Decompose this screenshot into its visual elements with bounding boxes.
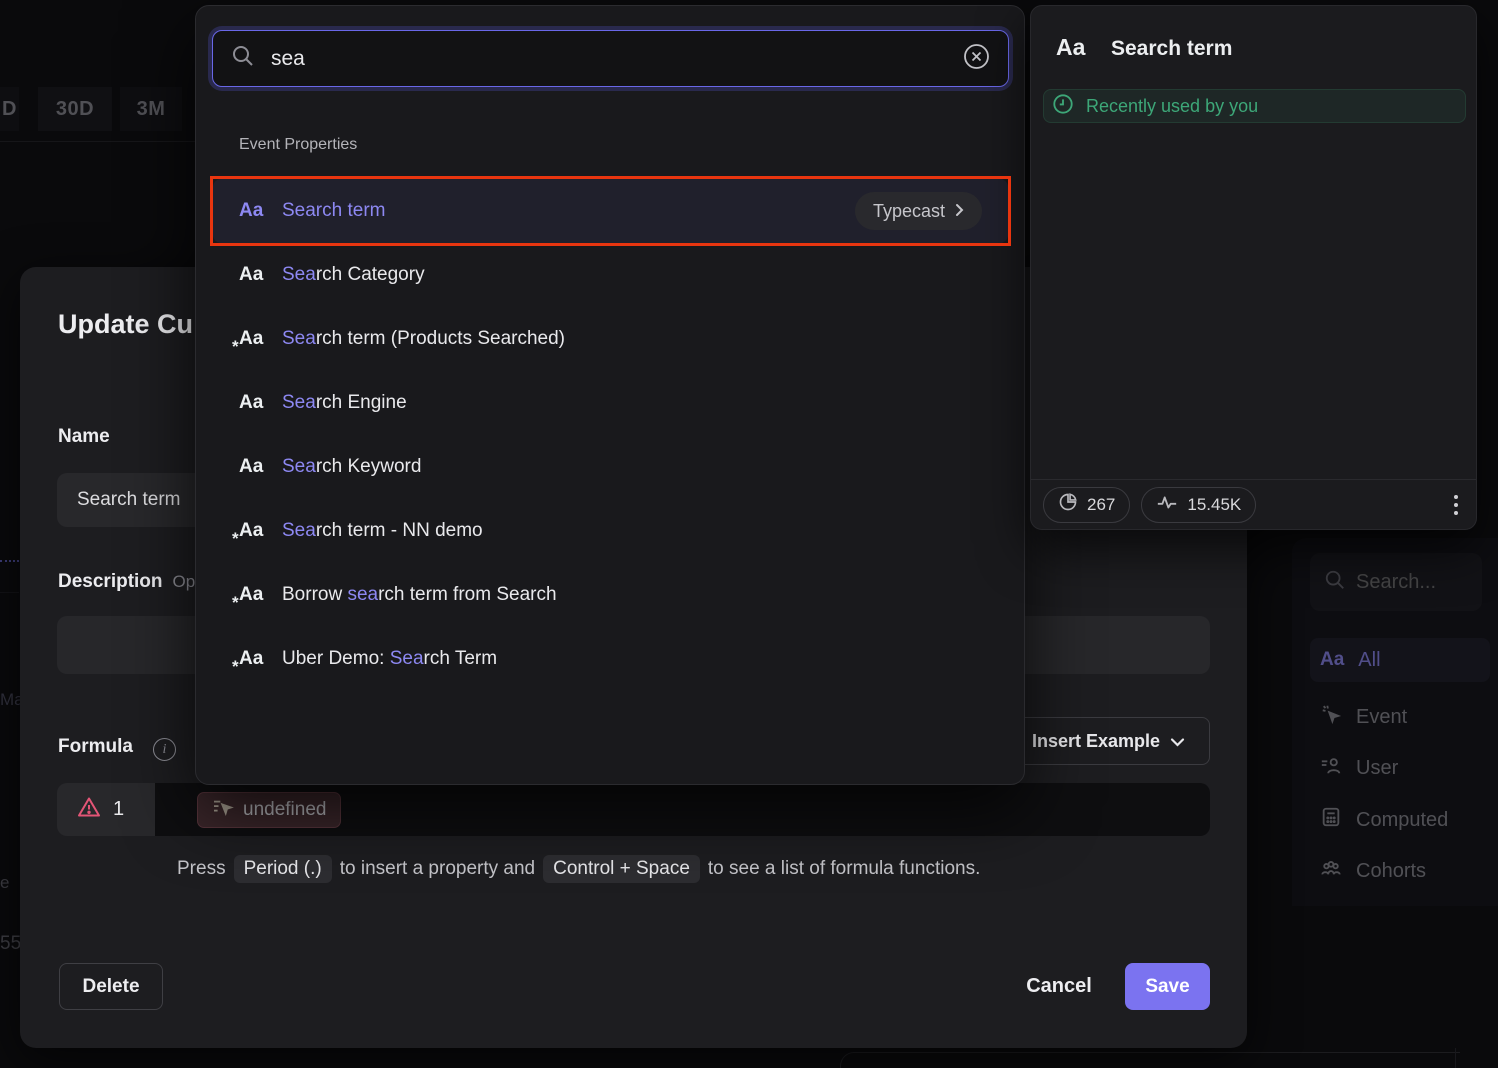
custom-text-type-icon: Aa* (239, 328, 265, 350)
delete-button[interactable]: Delete (59, 963, 163, 1010)
custom-property-star: * (232, 657, 239, 677)
formula-hint: Press Period (.) to insert a property an… (177, 855, 1177, 883)
custom-text-type-icon: Aa* (239, 520, 265, 542)
recently-used-badge: Recently used by you (1043, 89, 1466, 123)
result-row-borrow-search-term[interactable]: Aa* Borrow search term from Search (213, 563, 1008, 627)
save-button[interactable]: Save (1125, 963, 1210, 1010)
warning-icon (77, 796, 101, 823)
event-icon (1320, 703, 1342, 731)
result-row-search-engine[interactable]: Aa Search Engine (213, 371, 1008, 435)
background-divider (0, 141, 195, 142)
axis-label-partial-55: 55 (0, 933, 21, 955)
property-detail-panel: Aa Search term Recently used by you 267 … (1030, 5, 1477, 530)
search-icon (231, 44, 255, 73)
property-search-dropdown: Event Properties Aa Search term Typecast… (195, 5, 1025, 785)
chart-line-fragment (0, 560, 19, 562)
custom-property-icon (212, 798, 234, 822)
clock-icon (1052, 93, 1074, 120)
more-options-icon[interactable] (1448, 489, 1464, 521)
text-type-icon: Aa (239, 264, 265, 286)
clear-search-icon[interactable] (963, 43, 990, 75)
property-search-box[interactable] (212, 30, 1009, 87)
property-search-input[interactable] (271, 47, 947, 71)
insert-example-button[interactable]: Insert Example (1007, 717, 1210, 765)
background-panel-line (1455, 1048, 1456, 1068)
sidebar-item-event[interactable]: Event (1310, 695, 1490, 739)
timeframe-button-3m[interactable]: 3M (120, 87, 182, 131)
timeframe-button-30d[interactable]: 30D (38, 87, 112, 131)
custom-property-star: * (232, 529, 239, 549)
formula-label: Formula (58, 736, 133, 758)
chevron-down-icon (1170, 731, 1185, 752)
sidebar-item-cohorts[interactable]: Cohorts (1310, 849, 1490, 893)
background-panel-edge (840, 1052, 1460, 1068)
activity-icon (1156, 493, 1178, 516)
search-icon (1324, 569, 1346, 596)
typecast-button[interactable]: Typecast (855, 192, 982, 230)
error-count-value: 1 (113, 798, 124, 821)
calculator-icon (1320, 806, 1342, 834)
sidebar-search-input[interactable] (1356, 571, 1456, 594)
result-row-search-keyword[interactable]: Aa Search Keyword (213, 435, 1008, 499)
custom-text-type-icon: Aa* (239, 648, 265, 670)
chart-gridline-fragment (0, 592, 19, 593)
name-label: Name (58, 426, 110, 448)
text-type-icon: Aa (239, 200, 265, 222)
property-type-sidebar: Aa All Event User Computed (1292, 538, 1498, 906)
sidebar-item-user[interactable]: User (1310, 746, 1490, 790)
chevron-right-icon (955, 201, 964, 222)
period-key-badge: Period (.) (234, 855, 332, 883)
property-title: Search term (1111, 37, 1232, 61)
undefined-property-token[interactable]: undefined (197, 792, 341, 828)
sidebar-item-all[interactable]: Aa All (1310, 638, 1490, 682)
property-stats-footer: 267 15.45K (1031, 479, 1476, 529)
sidebar-item-computed[interactable]: Computed (1310, 798, 1490, 842)
info-icon[interactable]: i (153, 738, 176, 761)
modal-title: Update Cu (58, 309, 193, 340)
timeframe-button-partial[interactable]: D (0, 87, 19, 131)
result-row-uber-demo-search-term[interactable]: Aa* Uber Demo: Search Term (213, 627, 1008, 691)
text-type-icon: Aa (1056, 34, 1085, 61)
cancel-button[interactable]: Cancel (1011, 963, 1107, 1010)
text-type-icon: Aa (239, 456, 265, 478)
result-row-search-term-nn-demo[interactable]: Aa* Search term - NN demo (213, 499, 1008, 563)
custom-property-star: * (232, 337, 239, 357)
control-space-key-badge: Control + Space (543, 855, 700, 883)
cardinality-stat-pill[interactable]: 267 (1043, 487, 1130, 523)
formula-input[interactable]: undefined (155, 783, 1210, 836)
formula-error-count: 1 (57, 783, 155, 836)
result-row-search-category[interactable]: Aa Search Category (213, 243, 1008, 307)
result-row-search-term-products[interactable]: Aa* Search term (Products Searched) (213, 307, 1008, 371)
result-label: Search term (282, 200, 385, 222)
custom-text-type-icon: Aa* (239, 584, 265, 606)
cohorts-icon (1320, 857, 1342, 885)
volume-stat-pill[interactable]: 15.45K (1141, 487, 1256, 523)
sidebar-search-box[interactable] (1310, 553, 1482, 611)
text-type-icon: Aa (1320, 649, 1344, 671)
results-list: Aa Search term Typecast Aa Search Catego… (213, 179, 1008, 691)
axis-label-partial-e: e (0, 873, 9, 893)
section-label: Event Properties (239, 136, 357, 154)
custom-property-star: * (232, 593, 239, 613)
text-type-icon: Aa (239, 392, 265, 414)
pie-chart-icon (1058, 492, 1078, 517)
user-icon (1320, 754, 1342, 782)
result-row-search-term[interactable]: Aa Search term Typecast (213, 179, 1008, 243)
